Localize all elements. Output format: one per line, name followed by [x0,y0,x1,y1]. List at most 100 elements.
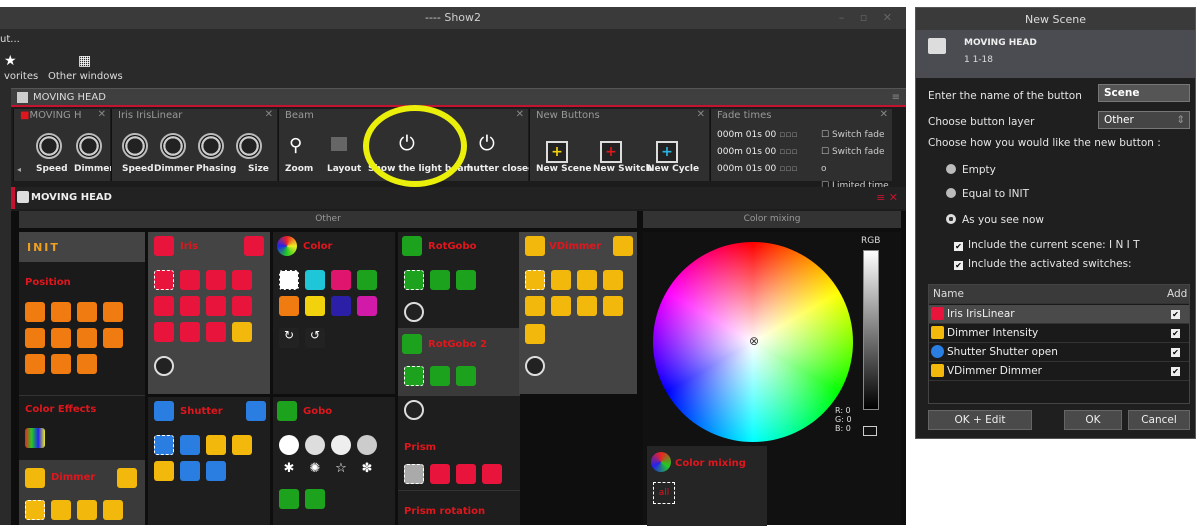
color-mixing-icon[interactable] [651,452,671,472]
position-arc-icon[interactable] [77,302,97,322]
other-windows-button[interactable]: ▦ Other windows [48,53,128,82]
include-scene-checkbox[interactable]: ✔ Include the current scene: I N I T [954,239,1140,251]
rotgobo2-stop-icon[interactable] [404,400,424,420]
iris-stop-icon[interactable] [154,356,174,376]
iris-preset-icon[interactable] [206,322,226,342]
position-eight-icon[interactable] [51,328,71,348]
dimmer-sun-icon[interactable] [25,468,45,488]
all-button[interactable]: all [653,482,675,504]
zoom-icon[interactable]: ⚲ [289,135,302,156]
iris-preset-icon[interactable] [180,296,200,316]
shutter-icon[interactable] [154,401,174,421]
iris-preset-icon[interactable] [206,270,226,290]
prism-preset-icon[interactable] [404,464,424,484]
gobo-preset-icon[interactable] [279,435,299,455]
color-picker-crosshair-icon[interactable]: ⊗ [749,334,759,348]
position-curve-icon[interactable] [103,302,123,322]
gobo-rotate-icon[interactable] [279,489,299,509]
vdimmer-preset-icon[interactable] [577,270,597,290]
color-swatch-purple[interactable] [357,296,377,316]
rotgobo-preset-icon[interactable] [456,270,476,290]
vdimmer-stop-icon[interactable] [525,356,545,376]
favorites-button[interactable]: ★ vorites [4,53,38,82]
shutter-preset-icon[interactable] [232,435,252,455]
add-checkbox[interactable]: ✔ [1171,310,1180,319]
vdimmer-preset-icon[interactable] [525,270,545,290]
ok-button[interactable]: OK [1064,410,1122,430]
include-switches-checkbox[interactable]: ✔ Include the activated switches: [954,258,1132,270]
iris-preset-icon[interactable] [154,270,174,290]
rotgobo2-preset-icon[interactable] [456,366,476,386]
gobo-preset-icon[interactable]: ☆ [331,461,351,481]
gobo-icon[interactable] [277,401,297,421]
gobo-preset-icon[interactable]: ✺ [305,461,325,481]
gobo-preset-icon[interactable]: ✽ [357,461,377,481]
add-checkbox[interactable]: ✔ [1171,329,1180,338]
dimmer-knob[interactable] [160,133,186,159]
iris-preset-icon[interactable] [154,296,174,316]
iris-preset-icon[interactable] [232,322,252,342]
color-swatch-white[interactable] [279,270,299,290]
vdimmer-preset-icon[interactable] [525,296,545,316]
position-cross-icon[interactable] [51,302,71,322]
iris-preset-icon[interactable] [206,296,226,316]
prism-preset-icon[interactable] [482,464,502,484]
dimmer-sun-icon[interactable] [117,468,137,488]
menu-grip-icon[interactable]: ≡ [892,92,900,103]
layout-icon[interactable] [331,137,347,151]
iris-preset-icon[interactable] [180,270,200,290]
dimmer-preset-icon[interactable] [77,500,97,520]
close-icon[interactable]: ✕ [516,109,524,120]
add-checkbox[interactable]: ✔ [1171,348,1180,357]
button-name-input[interactable]: Scene [1098,84,1190,102]
gobo-preset-icon[interactable] [357,435,377,455]
vdimmer-preset-icon[interactable] [551,296,571,316]
new-switch-icon[interactable]: + [600,141,622,163]
close-icon[interactable]: ✕ [265,109,273,120]
vdimmer-preset-icon[interactable] [603,270,623,290]
color-swatch-magenta[interactable] [331,270,351,290]
color-swatch-orange[interactable] [279,296,299,316]
init-button[interactable]: INIT [19,232,145,262]
position-corner-icon[interactable] [25,328,45,348]
iris-preset-icon[interactable] [232,296,252,316]
rotgobo-preset-icon[interactable] [404,270,424,290]
table-row[interactable]: VDimmer Dimmer ✔ [929,362,1189,381]
shutter-preset-icon[interactable] [180,461,200,481]
shutter-closed-icon[interactable]: ⏻ [479,131,495,155]
shutter-preset-icon[interactable] [206,435,226,455]
rotgobo-preset-icon[interactable] [430,270,450,290]
table-row[interactable]: Iris IrisLinear ✔ [929,305,1189,324]
vdimmer-preset-icon[interactable] [551,270,571,290]
gobo-rotate-icon[interactable] [305,489,325,509]
close-icon[interactable]: ✕ [697,109,705,120]
iris-icon[interactable] [154,236,174,256]
color-effect-icon[interactable] [25,428,45,448]
new-cycle-icon[interactable]: + [656,141,678,163]
color-swatch-yellow[interactable] [305,296,325,316]
color-swatch-cyan[interactable] [305,270,325,290]
fade-row[interactable]: 000m 01s 00 ▫▫▫ [717,161,797,178]
phasing-knob[interactable] [198,133,224,159]
gobo-preset-icon[interactable] [305,435,325,455]
position-tilt2-icon[interactable] [51,354,71,374]
shutter-preset-icon[interactable] [154,461,174,481]
rotgobo-icon[interactable] [402,236,422,256]
table-row[interactable]: Dimmer Intensity ✔ [929,324,1189,343]
color-swatch-green[interactable] [357,270,377,290]
dimmer-preset-icon[interactable] [51,500,71,520]
dimmer-preset-icon[interactable] [103,500,123,520]
brightness-slider[interactable] [863,250,879,410]
position-tilt-icon[interactable] [25,354,45,374]
color-rotate-icon[interactable]: ↻ [279,328,299,348]
position-circle-icon[interactable] [25,302,45,322]
cancel-button[interactable]: Cancel [1128,410,1190,430]
fade-row[interactable]: 000m 01s 00 ▫▫▫ [717,144,797,161]
button-layer-select[interactable]: Other ⇕ [1098,111,1190,129]
vdimmer-preset-icon[interactable] [525,324,545,344]
prism-preset-icon[interactable] [456,464,476,484]
rotgobo2-preset-icon[interactable] [430,366,450,386]
gobo-preset-icon[interactable]: ✱ [279,461,299,481]
radio-as-you-see-now[interactable]: As you see now [946,214,1044,226]
prism-preset-icon[interactable] [430,464,450,484]
